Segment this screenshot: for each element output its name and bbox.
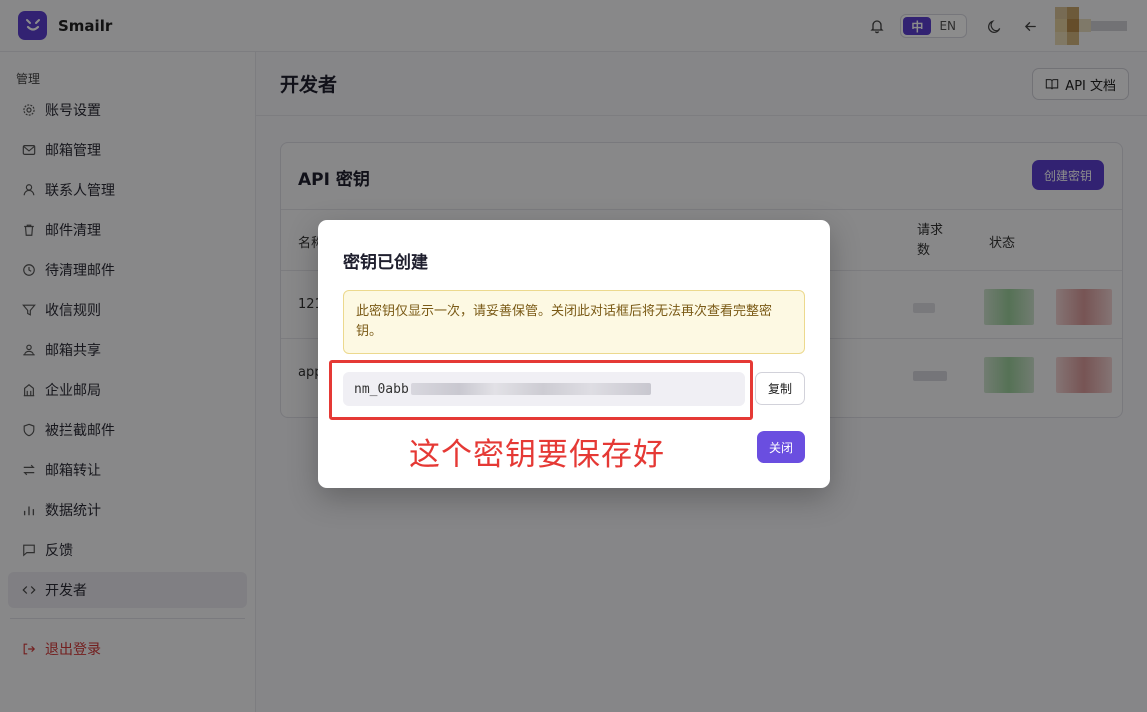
dialog-title: 密钥已创建	[343, 253, 428, 273]
highlight-box	[329, 360, 753, 420]
annotation-text: 这个密钥要保存好	[409, 437, 665, 473]
warning-message: 此密钥仅显示一次，请妥善保管。关闭此对话框后将无法再次查看完整密钥。	[343, 290, 805, 354]
copy-button[interactable]: 复制	[755, 372, 805, 405]
close-button[interactable]: 关闭	[757, 431, 805, 463]
